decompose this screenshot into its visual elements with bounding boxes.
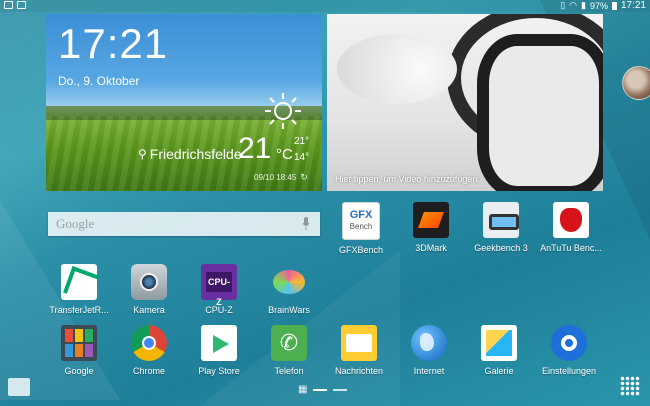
- app-antutu[interactable]: AnTuTu Benc...: [536, 202, 606, 266]
- app-label: Galerie: [484, 366, 514, 376]
- internet-icon: [411, 325, 447, 361]
- refresh-icon[interactable]: ↻: [300, 172, 308, 183]
- phone-icon: ✆: [271, 325, 307, 361]
- widget-temperature: 21: [238, 132, 272, 165]
- app-camera[interactable]: Kamera: [114, 264, 184, 328]
- antutu-icon: [553, 202, 589, 238]
- app-label: Einstellungen: [541, 366, 597, 376]
- app-cpuz[interactable]: CPU-Z CPU-Z: [184, 264, 254, 328]
- app-label: Telefon: [274, 366, 304, 376]
- app-label: GFXBench: [338, 245, 384, 255]
- location-name: Friedrichsfelde: [149, 146, 242, 162]
- page-dot[interactable]: [333, 388, 348, 391]
- app-label: TransferJetR...: [49, 305, 109, 315]
- app-label: BrainWars: [268, 305, 310, 315]
- apps-grid-icon[interactable]: [620, 376, 640, 396]
- play-store-icon: [201, 325, 237, 361]
- app-label: Geekbench 3: [474, 243, 528, 253]
- location-pin-icon: ⚲: [138, 147, 147, 161]
- app-geekbench[interactable]: Geekbench 3: [466, 202, 536, 266]
- app-internet[interactable]: Internet: [394, 325, 464, 389]
- app-transferjet[interactable]: TransferJetR...: [44, 264, 114, 328]
- avatar[interactable]: [622, 66, 650, 100]
- app-label: Chrome: [132, 366, 165, 376]
- app-label: Nachrichten: [334, 366, 384, 376]
- messages-icon: [341, 325, 377, 361]
- page-grid-icon[interactable]: ▦: [298, 384, 307, 395]
- video-widget[interactable]: Hier tippen, um Video hinzuzufügen.: [327, 14, 603, 191]
- sun-icon: [265, 93, 301, 129]
- app-gfxbench[interactable]: GFX Bench GFXBench: [326, 202, 396, 266]
- google-search-bar[interactable]: Google: [48, 212, 320, 236]
- temperature-unit: °C: [276, 146, 293, 163]
- add-video-hint: Hier tippen, um Video hinzuzufügen.: [335, 174, 480, 184]
- app-chrome[interactable]: Chrome: [114, 325, 184, 389]
- app-3dmark[interactable]: 3DMark: [396, 202, 466, 266]
- wifi-icon: ◠: [569, 0, 577, 10]
- film-reel: [337, 34, 457, 104]
- app-settings[interactable]: Einstellungen: [534, 325, 604, 389]
- cpuz-icon: CPU-Z: [201, 264, 237, 307]
- app-label: Kamera: [133, 305, 165, 315]
- status-bar: ▯ ◠ ▮ 97% 17:21: [0, 0, 650, 12]
- page-indicator[interactable]: ▦: [298, 384, 348, 395]
- app-label: Internet: [413, 366, 445, 376]
- geekbench-icon: [483, 202, 519, 238]
- widget-date: Do., 9. Oktober: [58, 74, 140, 88]
- temperature-low: 14°: [294, 152, 310, 163]
- widget-time: 17:21: [58, 20, 169, 67]
- app-label: Google: [64, 366, 94, 376]
- camera-icon: [131, 264, 167, 300]
- status-time: 17:21: [620, 0, 646, 11]
- 3dmark-icon: [413, 202, 449, 238]
- app-messages[interactable]: Nachrichten: [324, 325, 394, 389]
- widget-location: ⚲ Friedrichsfelde: [138, 146, 242, 162]
- app-gallery[interactable]: Galerie: [464, 325, 534, 389]
- home-screen: ▯ ◠ ▮ 97% 17:21 17:21 Do., 9. Oktober ⚲ …: [0, 0, 650, 406]
- transferjet-icon: [61, 264, 99, 302]
- brainwars-icon: [271, 264, 307, 300]
- clock-weather-widget[interactable]: 17:21 Do., 9. Oktober ⚲ Friedrichsfelde …: [46, 14, 322, 191]
- app-play-store[interactable]: Play Store: [184, 325, 254, 389]
- image-notification-icon: [17, 1, 26, 9]
- settings-icon: [551, 325, 587, 361]
- app-label: Play Store: [198, 366, 240, 376]
- folder-icon[interactable]: [8, 378, 30, 396]
- app-label: 3DMark: [415, 243, 447, 253]
- film-strip-front: [477, 34, 603, 191]
- notification-icon: [4, 1, 13, 9]
- battery-percent: 97%: [589, 0, 608, 11]
- microphone-icon[interactable]: [302, 217, 310, 231]
- temperature-high: 21°: [294, 136, 310, 147]
- page-dot-active[interactable]: [313, 388, 328, 391]
- app-brainwars[interactable]: BrainWars: [254, 264, 324, 328]
- app-google-folder[interactable]: Google: [44, 325, 114, 389]
- search-placeholder: Google: [56, 216, 95, 231]
- app-phone[interactable]: ✆ Telefon: [254, 325, 324, 389]
- battery-icon: [611, 1, 617, 10]
- gallery-icon: [481, 325, 517, 361]
- update-time: 09/10 18:45: [254, 173, 297, 182]
- chrome-icon: [131, 325, 167, 361]
- signal-icon: ▮: [581, 0, 586, 10]
- vibrate-icon: ▯: [560, 0, 566, 10]
- google-folder-icon: [61, 325, 97, 361]
- app-label: AnTuTu Benc...: [540, 243, 602, 253]
- gfxbench-icon: GFX Bench: [342, 202, 380, 240]
- weather-updated: 09/10 18:45 ↻: [254, 172, 308, 183]
